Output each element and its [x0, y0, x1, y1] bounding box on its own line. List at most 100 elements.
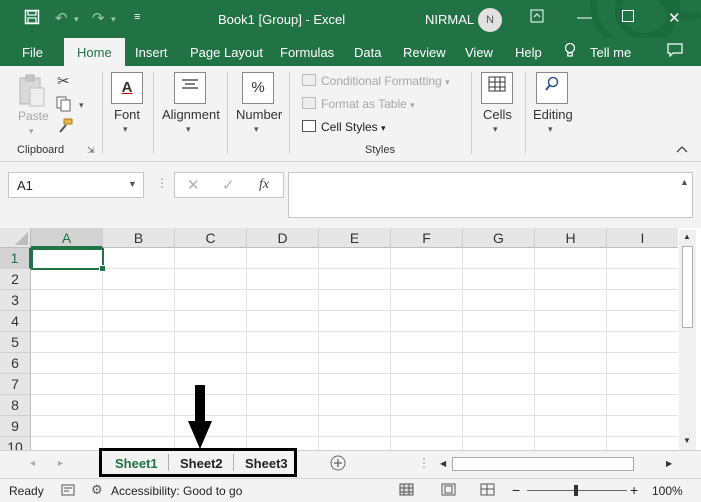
zoom-level[interactable]: 100% — [652, 484, 683, 498]
tab-formulas[interactable]: Formulas — [280, 45, 334, 60]
ribbon-display-icon[interactable] — [530, 9, 544, 27]
save-icon[interactable] — [24, 9, 40, 29]
name-box[interactable]: A1 — [8, 172, 144, 198]
row-header-8[interactable]: 8 — [0, 395, 31, 416]
tab-home[interactable]: Home — [64, 38, 125, 66]
font-icon[interactable]: A — [111, 72, 143, 104]
tab-data[interactable]: Data — [354, 45, 381, 60]
expand-formula-bar-icon[interactable]: ▲ — [680, 177, 689, 187]
editing-icon[interactable] — [536, 72, 568, 104]
next-sheet-icon[interactable]: ▸ — [58, 458, 63, 469]
close-icon[interactable]: ✕ — [668, 9, 681, 27]
cut-icon[interactable]: ✂ — [57, 72, 70, 90]
formula-input[interactable] — [288, 172, 693, 218]
sheet-tab-1[interactable]: Sheet1 — [115, 456, 158, 471]
maximize-icon[interactable] — [622, 9, 634, 26]
alignment-dropdown-icon[interactable]: ▾ — [186, 124, 191, 135]
scroll-left-icon[interactable]: ◀ — [440, 459, 446, 468]
column-header-d[interactable]: D — [247, 228, 319, 248]
user-name[interactable]: NIRMAL — [425, 12, 474, 27]
row-header-10[interactable]: 10 — [0, 437, 31, 450]
tab-insert[interactable]: Insert — [135, 45, 168, 60]
paste-icon[interactable] — [18, 74, 46, 108]
redo-icon[interactable]: ↷ — [92, 9, 105, 27]
cells-button[interactable]: Cells — [483, 107, 512, 122]
collapse-ribbon-icon[interactable] — [676, 142, 688, 156]
customize-qat-icon[interactable]: ≡ — [134, 11, 140, 23]
cell-styles-button[interactable]: Cell Styles ▾ — [302, 120, 386, 134]
insert-function-button[interactable]: fx — [259, 177, 269, 193]
editing-button[interactable]: Editing — [533, 107, 573, 122]
tab-page-layout[interactable]: Page Layout — [190, 45, 263, 60]
format-painter-icon[interactable] — [57, 118, 73, 137]
row-header-7[interactable]: 7 — [0, 374, 31, 395]
sheet-tab-2[interactable]: Sheet2 — [180, 456, 223, 471]
page-break-view-icon[interactable] — [480, 483, 495, 499]
sheet-tab-3[interactable]: Sheet3 — [245, 456, 288, 471]
font-dropdown-icon[interactable]: ▾ — [123, 124, 128, 135]
comments-icon[interactable] — [667, 43, 683, 60]
copy-dropdown-icon[interactable]: ▾ — [79, 100, 84, 111]
row-header-3[interactable]: 3 — [0, 290, 31, 311]
tab-view[interactable]: View — [465, 45, 493, 60]
horizontal-scrollbar[interactable]: ◀ ▶ — [438, 457, 678, 471]
column-header-e[interactable]: E — [319, 228, 391, 248]
tab-review[interactable]: Review — [403, 45, 446, 60]
tab-help[interactable]: Help — [515, 45, 542, 60]
font-button[interactable]: Font — [114, 107, 140, 122]
zoom-out-button[interactable]: − — [512, 482, 520, 498]
row-header-1[interactable]: 1 — [0, 248, 31, 269]
prev-sheet-icon[interactable]: ◂ — [30, 458, 35, 469]
paste-button[interactable]: Paste — [18, 109, 49, 123]
enter-icon[interactable]: ✓ — [222, 176, 235, 194]
number-dropdown-icon[interactable]: ▾ — [254, 124, 259, 135]
cells-icon[interactable] — [481, 72, 513, 104]
normal-view-icon[interactable] — [399, 483, 414, 499]
undo-icon[interactable]: ↶ — [55, 9, 68, 27]
tell-me-search[interactable]: Tell me — [590, 45, 631, 60]
column-header-i[interactable]: I — [607, 228, 678, 248]
minimize-icon[interactable]: — — [577, 9, 592, 26]
format-as-table-button[interactable]: Format as Table ▾ — [302, 97, 415, 111]
alignment-button[interactable]: Alignment — [162, 107, 220, 122]
undo-dropdown-icon[interactable]: ▾ — [74, 14, 79, 25]
row-header-2[interactable]: 2 — [0, 269, 31, 290]
vertical-scrollbar[interactable]: ▲ ▼ — [679, 230, 696, 450]
tab-file[interactable]: File — [22, 45, 43, 60]
cells-dropdown-icon[interactable]: ▾ — [493, 124, 498, 135]
page-layout-view-icon[interactable] — [441, 483, 456, 499]
conditional-formatting-button[interactable]: Conditional Formatting ▾ — [302, 74, 450, 88]
dialog-launcher-icon[interactable]: ⇲ — [87, 145, 95, 156]
redo-dropdown-icon[interactable]: ▾ — [111, 14, 116, 25]
horizontal-scroll-thumb[interactable] — [452, 457, 634, 471]
column-header-h[interactable]: H — [535, 228, 607, 248]
avatar[interactable]: N — [478, 8, 502, 32]
number-format-icon[interactable]: % — [242, 72, 274, 104]
row-header-6[interactable]: 6 — [0, 353, 31, 374]
number-button[interactable]: Number — [236, 107, 282, 122]
alignment-icon[interactable] — [174, 72, 206, 104]
column-header-f[interactable]: F — [391, 228, 463, 248]
accessibility-status[interactable]: Accessibility: Good to go — [111, 484, 242, 498]
column-header-b[interactable]: B — [103, 228, 175, 248]
scroll-up-icon[interactable]: ▲ — [683, 232, 691, 241]
copy-icon[interactable] — [56, 96, 72, 115]
macro-recording-icon[interactable] — [61, 483, 75, 500]
formula-bar-grip-icon[interactable]: ⋮ — [156, 176, 168, 190]
scroll-down-icon[interactable]: ▼ — [683, 436, 691, 445]
editing-dropdown-icon[interactable]: ▾ — [548, 124, 553, 135]
cancel-icon[interactable]: ✕ — [187, 176, 200, 194]
row-header-5[interactable]: 5 — [0, 332, 31, 353]
name-box-dropdown-icon[interactable]: ▼ — [128, 179, 137, 189]
zoom-in-button[interactable]: + — [630, 482, 638, 498]
paste-dropdown-icon[interactable]: ▾ — [29, 126, 34, 137]
accessibility-icon[interactable]: ⚙ — [91, 482, 103, 498]
select-all-corner[interactable] — [0, 228, 31, 248]
vertical-scroll-thumb[interactable] — [682, 246, 693, 328]
row-header-9[interactable]: 9 — [0, 416, 31, 437]
tab-split-grip-icon[interactable]: ⋮ — [418, 456, 430, 470]
worksheet-grid[interactable]: ABCDEFGHI 1 2 3 4 5 6 7 8 9 10 — [0, 228, 678, 450]
column-header-c[interactable]: C — [175, 228, 247, 248]
zoom-slider-thumb[interactable] — [574, 485, 578, 496]
row-header-4[interactable]: 4 — [0, 311, 31, 332]
